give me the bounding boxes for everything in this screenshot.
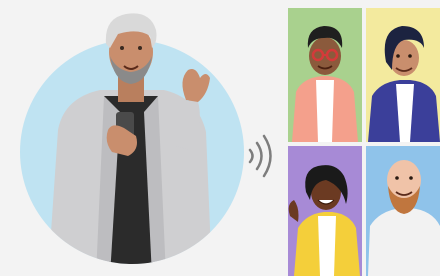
sound-waves-icon	[248, 134, 272, 178]
caller-group	[20, 13, 244, 264]
tile-person-bald-beard	[366, 146, 440, 276]
video-call-illustration	[0, 0, 440, 276]
illustration-svg	[20, 8, 440, 276]
video-call-grid	[288, 8, 440, 276]
tile-person-blue-suit	[366, 8, 440, 142]
tile-person-yellow-jacket	[288, 146, 362, 276]
tile-person-red-glasses	[288, 8, 362, 142]
